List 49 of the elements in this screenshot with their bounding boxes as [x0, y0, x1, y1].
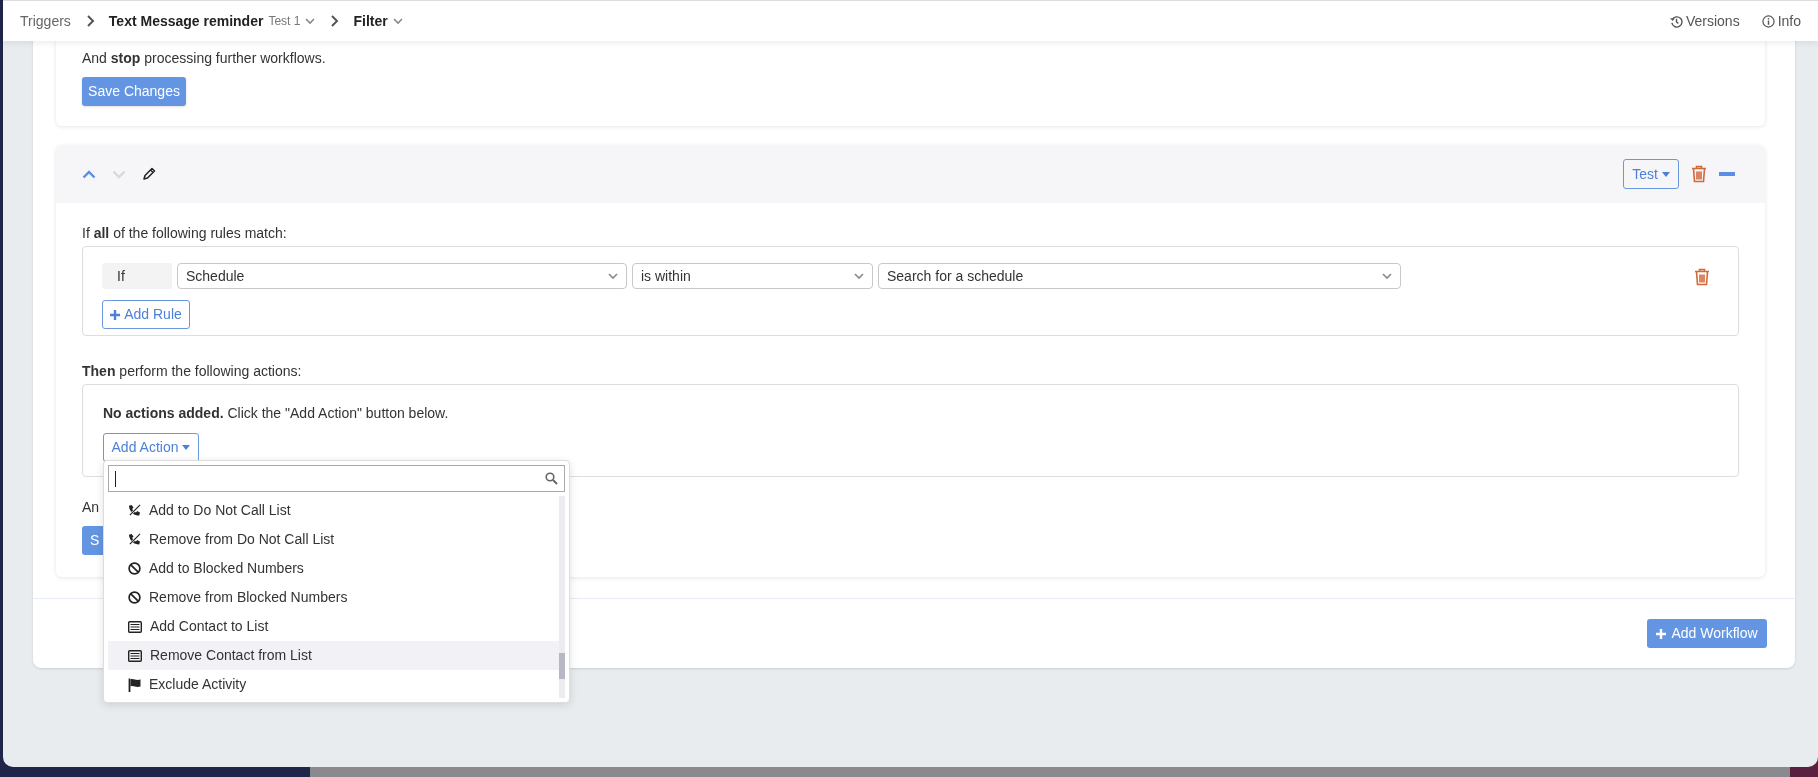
breadcrumb-link[interactable]: Filter: [353, 10, 388, 32]
select-field[interactable]: Schedule: [177, 263, 627, 289]
menu-item[interactable]: Add Contact to List: [108, 612, 559, 641]
plus-icon: [1656, 628, 1667, 639]
menu-item[interactable]: Exclude Activity: [108, 670, 559, 698]
chevron-right-icon: [329, 15, 340, 27]
rules-heading: If all of the following rules match:: [82, 224, 288, 243]
select-field[interactable]: is within: [632, 263, 873, 289]
empty-message: No actions added. Click the "Add Action" button below.: [103, 404, 450, 423]
menu-item[interactable]: Remove from Blocked Numbers: [108, 583, 559, 612]
select-field[interactable]: Search for a schedule: [878, 263, 1401, 289]
trash-icon[interactable]: [1691, 165, 1707, 183]
chevron-up-icon[interactable]: [82, 169, 96, 179]
caret-icon: [182, 445, 191, 450]
list-icon: [128, 620, 142, 633]
trash-icon[interactable]: [1694, 268, 1710, 286]
search-icon: [545, 472, 558, 485]
if-label: If: [102, 263, 172, 289]
chevron-down-icon: [854, 272, 864, 280]
chevron-down-icon: [1382, 272, 1392, 280]
menu-item[interactable]: Remove from Do Not Call List: [108, 525, 559, 554]
ban-icon: [128, 591, 141, 604]
search-field[interactable]: [108, 465, 565, 492]
chevron-right-icon: [84, 15, 95, 27]
phone-slash-icon: [128, 533, 141, 546]
ban-icon: [128, 562, 141, 575]
breadcrumb-link[interactable]: Triggers: [20, 10, 71, 32]
actions-heading: Then perform the following actions:: [82, 362, 303, 381]
plus-icon: [110, 309, 121, 320]
stop-text: And stop processing further workflows.: [82, 49, 327, 68]
test-button[interactable]: Test: [1623, 159, 1679, 189]
info-icon: [1761, 14, 1775, 28]
menu-item[interactable]: Add to Do Not Call List: [108, 496, 559, 525]
flag-icon: [128, 677, 141, 692]
header-link[interactable]: Info: [1761, 10, 1801, 32]
stop-text: An: [82, 498, 100, 517]
breadcrumb-link[interactable]: Text Message reminder: [108, 10, 264, 32]
pencil-icon[interactable]: [142, 167, 156, 181]
header-link[interactable]: Versions: [1669, 10, 1740, 32]
menu-item[interactable]: Remove Contact from List: [108, 641, 559, 670]
chevron-down-icon: [608, 272, 618, 280]
breadcrumb-subtitle: Test 1: [268, 13, 301, 30]
phone-slash-icon: [128, 504, 141, 517]
menu-item[interactable]: Add to Blocked Numbers: [108, 554, 559, 583]
add-rule-button[interactable]: Add Rule: [102, 300, 190, 329]
caret-icon: [1661, 171, 1670, 177]
scrollbar[interactable]: [559, 496, 565, 698]
history-icon: [1669, 14, 1683, 28]
list-icon: [128, 649, 142, 662]
